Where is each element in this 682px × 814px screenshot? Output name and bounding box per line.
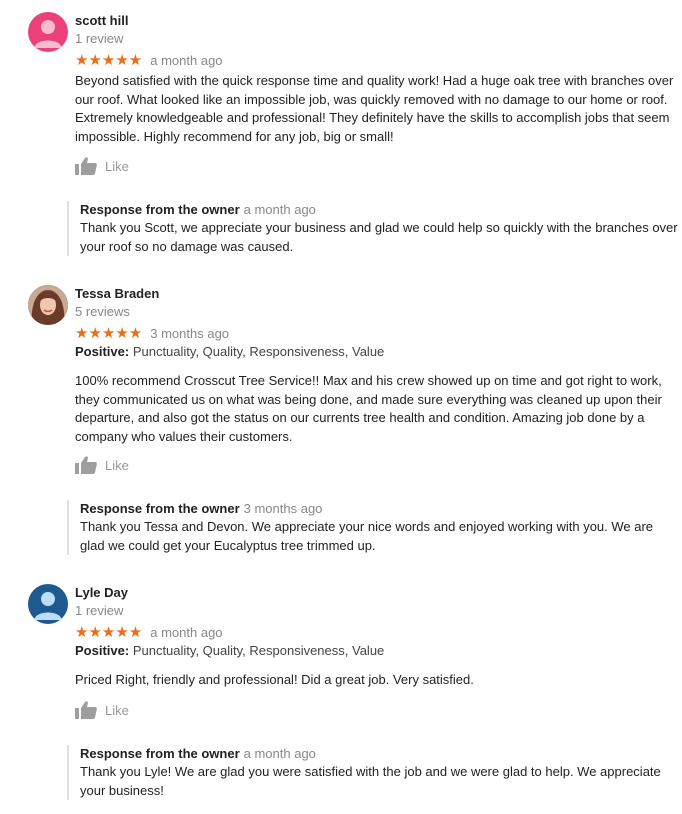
positive-values: Punctuality, Quality, Responsiveness, Va… xyxy=(132,344,385,359)
owner-response: Response from the owner a month ago Thank… xyxy=(67,745,680,800)
like-label: Like xyxy=(105,457,129,473)
review-text: Priced Right, friendly and professional!… xyxy=(75,672,474,687)
positive-values: Punctuality, Quality, Responsiveness, Va… xyxy=(132,643,385,658)
person-icon xyxy=(34,20,62,48)
like-button[interactable]: Like xyxy=(75,157,129,175)
response-date: a month ago xyxy=(243,746,316,761)
review-text: 100% recommend Crosscut Tree Service!! M… xyxy=(75,373,662,444)
thumbs-up-icon xyxy=(75,157,97,175)
positive-label: Positive: xyxy=(75,643,130,658)
response-date: 3 months ago xyxy=(243,501,323,516)
response-date: a month ago xyxy=(243,202,316,217)
review-count[interactable]: 5 reviews xyxy=(75,304,130,319)
reviewer-name[interactable]: Tessa Braden xyxy=(75,286,159,301)
review-text: Beyond satisfied with the quick response… xyxy=(75,73,674,144)
response-text: Thank you Tessa and Devon. We appreciate… xyxy=(80,519,654,553)
owner-response: Response from the owner 3 months ago Than… xyxy=(67,500,680,555)
owner-response: Response from the owner a month ago Thank… xyxy=(67,201,680,256)
positive-attributes: Positive: Punctuality, Quality, Responsi… xyxy=(75,643,384,658)
response-text: Thank you Scott, we appreciate your busi… xyxy=(80,220,678,254)
response-label: Response from the owner xyxy=(80,202,240,217)
reviewer-name[interactable]: scott hill xyxy=(75,13,128,28)
review-date: a month ago xyxy=(150,53,223,68)
avatar[interactable] xyxy=(28,285,68,325)
response-label: Response from the owner xyxy=(80,501,240,516)
review-count[interactable]: 1 review xyxy=(75,31,123,46)
star-rating: ★★★★★ xyxy=(75,325,143,342)
star-rating: ★★★★★ xyxy=(75,52,143,69)
rating-row: ★★★★★ a month ago xyxy=(75,52,223,70)
profile-photo xyxy=(28,285,68,325)
avatar[interactable] xyxy=(28,12,68,52)
reviewer-name[interactable]: Lyle Day xyxy=(75,585,128,600)
avatar[interactable] xyxy=(28,584,68,624)
rating-row: ★★★★★ a month ago xyxy=(75,624,223,642)
review-date: 3 months ago xyxy=(150,326,230,341)
thumbs-up-icon xyxy=(75,701,97,719)
positive-label: Positive: xyxy=(75,344,130,359)
person-icon xyxy=(34,592,62,620)
like-label: Like xyxy=(105,158,129,174)
thumbs-up-icon xyxy=(75,456,97,474)
review-date: a month ago xyxy=(150,625,223,640)
positive-attributes: Positive: Punctuality, Quality, Responsi… xyxy=(75,344,384,359)
like-button[interactable]: Like xyxy=(75,456,129,474)
star-rating: ★★★★★ xyxy=(75,624,143,641)
like-button[interactable]: Like xyxy=(75,701,129,719)
like-label: Like xyxy=(105,702,129,718)
response-label: Response from the owner xyxy=(80,746,240,761)
review-count[interactable]: 1 review xyxy=(75,603,123,618)
response-text: Thank you Lyle! We are glad you were sat… xyxy=(80,764,661,798)
rating-row: ★★★★★ 3 months ago xyxy=(75,325,229,343)
